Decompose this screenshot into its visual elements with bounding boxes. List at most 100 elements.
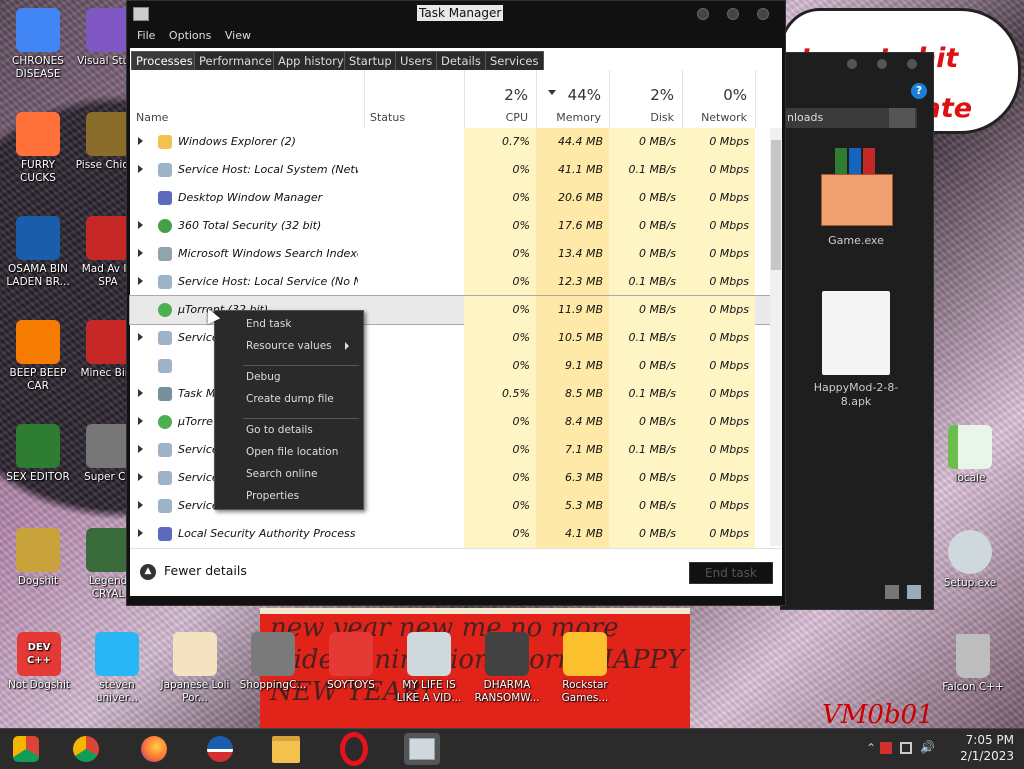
desktop-icon[interactable]: Dogshit bbox=[3, 528, 73, 588]
flag-icon[interactable] bbox=[880, 742, 892, 754]
desktop-icon[interactable]: SEX EDITOR bbox=[3, 424, 73, 484]
table-row[interactable]: Service Host: Local System (Netw... 0% 41.… bbox=[130, 156, 770, 184]
menu-view[interactable]: View bbox=[225, 27, 251, 45]
close-button[interactable] bbox=[907, 59, 917, 69]
title-bar[interactable]: Task Manager bbox=[127, 1, 785, 27]
tab-users[interactable]: Users bbox=[395, 51, 438, 71]
desktop-icon[interactable]: steven univer... bbox=[82, 632, 152, 705]
desktop-icon-label: Not Dogshit bbox=[7, 679, 71, 691]
expand-arrow-icon[interactable] bbox=[138, 137, 143, 145]
fewer-details-link[interactable]: Fewer details bbox=[164, 563, 247, 578]
desktop-icon[interactable]: FURRY CUCKS bbox=[3, 112, 73, 185]
desktop-icon[interactable]: DEV C++ Not Dogshit bbox=[4, 632, 74, 692]
context-menu-item[interactable]: Create dump file bbox=[246, 392, 334, 406]
table-row[interactable]: Desktop Window Manager 0% 20.6 MB 0 MB/s 0 M… bbox=[130, 184, 770, 212]
desktop-icon[interactable]: DHARMA RANSOMW... bbox=[472, 632, 542, 705]
desktop-icon[interactable]: OSAMA BIN LADEN BR... bbox=[3, 216, 73, 289]
chevron-up-icon[interactable]: ⌃ bbox=[866, 741, 876, 755]
scrollbar-thumb[interactable] bbox=[771, 140, 781, 270]
taskbar-chrome[interactable] bbox=[70, 733, 102, 765]
expand-arrow-icon[interactable] bbox=[138, 333, 143, 341]
context-menu-item[interactable]: Open file location bbox=[246, 445, 338, 459]
tab-services[interactable]: Services bbox=[485, 51, 544, 71]
tab-processes[interactable]: Processes bbox=[131, 51, 198, 71]
column-name[interactable]: Name bbox=[130, 70, 365, 128]
tab-performance[interactable]: Performance bbox=[194, 51, 277, 71]
process-disk: 0 MB/s bbox=[639, 527, 676, 540]
explorer-window[interactable]: ? nloads Game.exe HappyMod-2-8-8.apk bbox=[780, 52, 934, 610]
desktop-icon[interactable]: SOYTOYS bbox=[316, 632, 386, 692]
taskbar-obama[interactable] bbox=[204, 733, 236, 765]
help-icon[interactable]: ? bbox=[911, 83, 927, 99]
taskbar-chrome-old[interactable] bbox=[10, 733, 42, 765]
desktop-icon-falcon[interactable]: Falcon C++ bbox=[938, 634, 1008, 694]
table-row[interactable]: Microsoft Windows Search Indexer 0% 13.4 M… bbox=[130, 240, 770, 268]
desktop-icon[interactable]: Rockstar Games... bbox=[550, 632, 620, 705]
maximize-button[interactable] bbox=[727, 8, 739, 20]
list-view-icon[interactable] bbox=[885, 585, 899, 599]
context-menu-item[interactable]: Debug bbox=[246, 370, 281, 384]
minimize-button[interactable] bbox=[847, 59, 857, 69]
context-menu-item[interactable]: Go to details bbox=[246, 423, 313, 437]
minimize-button[interactable] bbox=[697, 8, 709, 20]
column-network[interactable]: 0% Network bbox=[682, 70, 756, 128]
taskbar-firefox[interactable] bbox=[138, 733, 170, 765]
expand-arrow-icon[interactable] bbox=[138, 501, 143, 509]
table-row[interactable]: Windows Explorer (2) 0.7% 44.4 MB 0 MB/s 0 M… bbox=[130, 128, 770, 156]
expand-arrow-icon[interactable] bbox=[138, 529, 143, 537]
column-cpu[interactable]: 2% CPU bbox=[464, 70, 537, 128]
desktop-icon-setup[interactable]: Setup.exe bbox=[935, 530, 1005, 590]
tile-view-icon[interactable] bbox=[907, 585, 921, 599]
pixel-character-icon bbox=[86, 528, 130, 572]
desktop-icon-locale[interactable]: locale bbox=[935, 425, 1005, 485]
tab-app-history[interactable]: App history bbox=[273, 51, 349, 71]
taskbar-task-manager[interactable] bbox=[404, 733, 440, 765]
expand-arrow-icon[interactable] bbox=[138, 445, 143, 453]
end-task-button[interactable]: End task bbox=[689, 562, 773, 584]
desktop-icon[interactable]: BEEP BEEP CAR bbox=[3, 320, 73, 393]
expand-arrow-icon[interactable] bbox=[138, 165, 143, 173]
taskbar-clock[interactable]: 7:05 PM 2/1/2023 bbox=[944, 732, 1014, 764]
task-manager-window[interactable]: Task Manager File Options View Processes… bbox=[126, 0, 786, 606]
table-row[interactable]: 360 Total Security (32 bit) 0% 17.6 MB 0 MB… bbox=[130, 212, 770, 240]
expand-arrow-icon[interactable] bbox=[138, 277, 143, 285]
process-network: 0 Mbps bbox=[709, 527, 749, 540]
tab-details[interactable]: Details bbox=[436, 51, 486, 71]
expand-arrow-icon[interactable] bbox=[138, 221, 143, 229]
chevron-up-icon[interactable]: ▲ bbox=[140, 564, 156, 580]
context-menu-item[interactable]: Properties bbox=[246, 489, 299, 503]
context-menu-item[interactable]: End task bbox=[246, 317, 291, 331]
expand-arrow-icon[interactable] bbox=[138, 473, 143, 481]
desktop-icon[interactable]: Japanese Loli Por... bbox=[160, 632, 230, 705]
column-disk[interactable]: 2% Disk bbox=[609, 70, 683, 128]
table-row[interactable]: Service Host: Local Service (No N... 0% 12… bbox=[130, 268, 770, 296]
expand-arrow-icon[interactable] bbox=[138, 417, 143, 425]
process-disk: 0 MB/s bbox=[639, 499, 676, 512]
file-game-exe[interactable]: Game.exe bbox=[801, 148, 911, 248]
context-menu-item[interactable]: Resource values bbox=[246, 339, 332, 353]
expand-arrow-icon[interactable] bbox=[138, 249, 143, 257]
volume-icon[interactable]: 🔊 bbox=[920, 740, 935, 754]
tab-startup[interactable]: Startup bbox=[344, 51, 397, 71]
close-button[interactable] bbox=[757, 8, 769, 20]
desktop-icon[interactable]: ShoppingC... bbox=[238, 632, 308, 692]
expand-arrow-icon[interactable] bbox=[138, 389, 143, 397]
vertical-scrollbar[interactable] bbox=[770, 128, 782, 546]
table-row[interactable]: Local Security Authority Process (2) 0% 4.… bbox=[130, 520, 770, 548]
maximize-button[interactable] bbox=[877, 59, 887, 69]
desktop-icon[interactable]: MY LIFE IS LIKE A VID... bbox=[394, 632, 464, 705]
column-memory[interactable]: 44% Memory bbox=[536, 70, 610, 128]
search-icon[interactable] bbox=[889, 108, 915, 128]
chevron-right-icon bbox=[345, 342, 349, 350]
desktop-icon-label: FURRY CUCKS bbox=[20, 159, 56, 184]
context-menu-item[interactable]: Search online bbox=[246, 467, 317, 481]
menu-file[interactable]: File bbox=[137, 27, 155, 45]
file-happymod-apk[interactable]: HappyMod-2-8-8.apk bbox=[801, 291, 911, 409]
desktop-icon[interactable]: CHRONES DISEASE bbox=[3, 8, 73, 81]
gear-icon bbox=[158, 275, 172, 289]
taskbar-opera[interactable] bbox=[338, 732, 370, 766]
network-icon[interactable] bbox=[900, 742, 912, 754]
column-status[interactable]: Status bbox=[364, 70, 465, 128]
menu-options[interactable]: Options bbox=[169, 27, 211, 45]
taskbar-file-explorer[interactable] bbox=[270, 733, 302, 765]
